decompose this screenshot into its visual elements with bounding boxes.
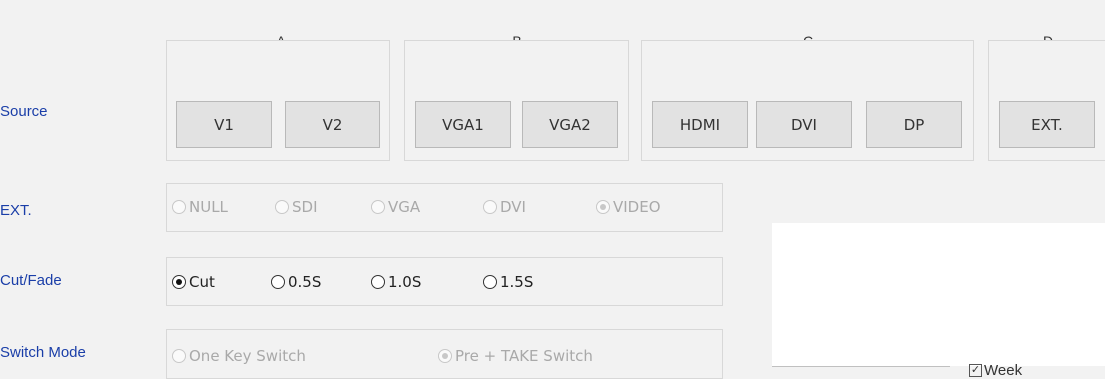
- radio-icon: [483, 275, 497, 289]
- cut-fade-option-0-5s[interactable]: 0.5S: [271, 273, 321, 291]
- radio-icon: [371, 200, 385, 214]
- radio-icon: [483, 200, 497, 214]
- source-button-v1[interactable]: V1: [176, 101, 272, 148]
- cut-fade-panel: [166, 257, 723, 306]
- overlay-divider: [772, 366, 950, 367]
- radio-selected-icon: [596, 200, 610, 214]
- source-button-vga2[interactable]: VGA2: [522, 101, 618, 148]
- radio-icon: [275, 200, 289, 214]
- radio-icon: [172, 349, 186, 363]
- switch-mode-option-pre-take[interactable]: Pre + TAKE Switch: [438, 347, 593, 365]
- radio-icon: [271, 275, 285, 289]
- checkmark-icon: ✓: [969, 364, 982, 377]
- ext-option-vga[interactable]: VGA: [371, 198, 420, 216]
- ext-option-sdi[interactable]: SDI: [275, 198, 318, 216]
- radio-selected-icon: [172, 275, 186, 289]
- source-button-hdmi[interactable]: HDMI: [652, 101, 748, 148]
- overlay-panel: [772, 223, 1105, 366]
- switch-mode-option-one-key[interactable]: One Key Switch: [172, 347, 306, 365]
- cut-fade-option-cut[interactable]: Cut: [172, 273, 215, 291]
- cut-fade-row-label: Cut/Fade: [0, 272, 62, 289]
- radio-selected-icon: [438, 349, 452, 363]
- week-checkbox[interactable]: ✓ Week: [969, 362, 1022, 379]
- ext-option-video[interactable]: VIDEO: [596, 198, 661, 216]
- source-button-dp[interactable]: DP: [866, 101, 962, 148]
- switch-mode-row-label: Switch Mode: [0, 344, 86, 361]
- ext-option-null[interactable]: NULL: [172, 198, 228, 216]
- ext-row-label: EXT.: [0, 202, 32, 219]
- radio-icon: [172, 200, 186, 214]
- cut-fade-option-1-5s[interactable]: 1.5S: [483, 273, 533, 291]
- source-button-v2[interactable]: V2: [285, 101, 380, 148]
- ext-option-dvi[interactable]: DVI: [483, 198, 526, 216]
- cut-fade-option-1-0s[interactable]: 1.0S: [371, 273, 421, 291]
- source-button-vga1[interactable]: VGA1: [415, 101, 511, 148]
- radio-icon: [371, 275, 385, 289]
- source-button-dvi[interactable]: DVI: [756, 101, 852, 148]
- source-button-ext[interactable]: EXT.: [999, 101, 1095, 148]
- source-row-label: Source: [0, 103, 48, 120]
